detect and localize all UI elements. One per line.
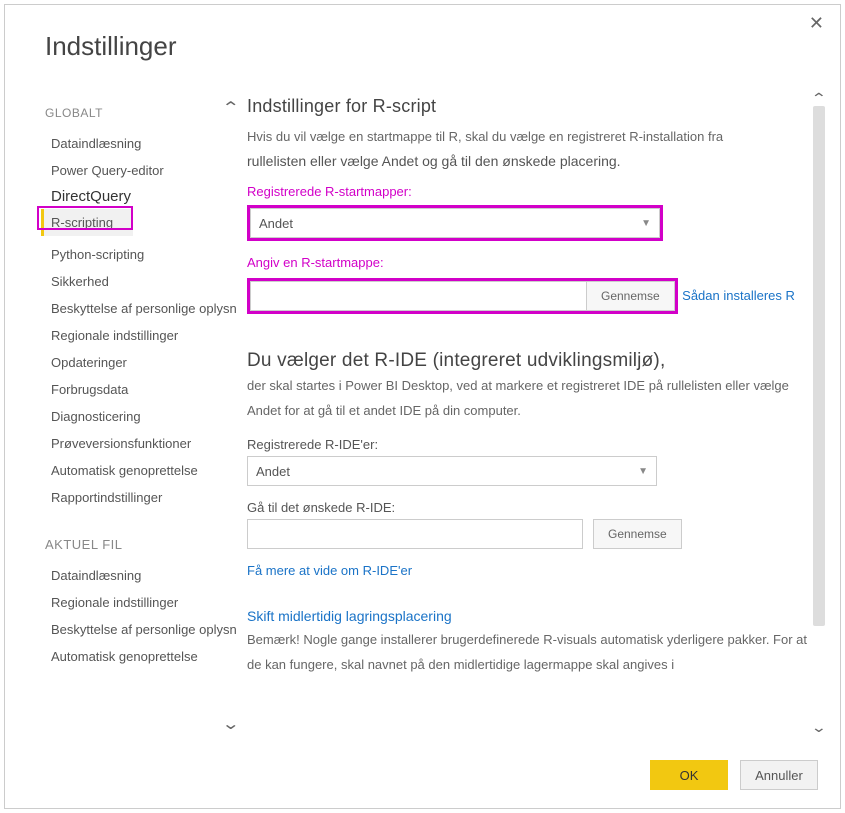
caret-down-icon: ▼: [638, 466, 648, 477]
sidebar-item-power-query[interactable]: Power Query-editor: [41, 157, 237, 184]
r-home-row: Gennemse: [250, 281, 675, 311]
label-goto-ride: Gå til det ønskede R-IDE:: [247, 500, 816, 515]
select-detected-ride[interactable]: Andet ▼: [247, 456, 657, 486]
browse-button-ride[interactable]: Gennemse: [593, 519, 682, 549]
caret-down-icon: ▼: [641, 218, 651, 229]
sidebar-item-usage[interactable]: Forbrugsdata: [41, 376, 237, 403]
chevron-down-icon[interactable]: ⌄: [811, 719, 826, 736]
dialog-title: Indstillinger: [5, 5, 840, 82]
select-detected-r-home[interactable]: Andet ▼: [250, 208, 660, 238]
sidebar-item-data-load[interactable]: Dataindlæsning: [41, 130, 237, 157]
section-heading-rscript: Indstillinger for R-script: [247, 96, 816, 117]
link-how-to-install-r[interactable]: Sådan installeres R: [682, 288, 795, 303]
settings-dialog: ✕ Indstillinger ⌃ GLOBALT Dataindlæsning…: [4, 4, 841, 809]
ride-goto-row: Gennemse: [247, 519, 816, 549]
sidebar-item-autorecovery[interactable]: Automatisk genoprettelse: [41, 457, 237, 484]
ride-goto-input[interactable]: [247, 519, 583, 549]
browse-button-r-home[interactable]: Gennemse: [586, 281, 675, 311]
sidebar-item-cf-data-load[interactable]: Dataindlæsning: [41, 562, 237, 589]
sidebar-item-privacy[interactable]: Beskyttelse af personlige oplysninger: [41, 295, 237, 322]
select-value: Andet: [256, 464, 290, 479]
section-heading-storage[interactable]: Skift midlertidig lagringsplacering: [247, 608, 816, 624]
select-value: Andet: [259, 216, 293, 231]
sidebar-item-r-scripting[interactable]: R-scripting: [41, 209, 133, 236]
sidebar-item-diagnostics[interactable]: Diagnosticering: [41, 403, 237, 430]
sidebar-item-cf-autorecovery[interactable]: Automatisk genoprettelse: [41, 643, 237, 670]
close-icon[interactable]: ✕: [809, 13, 824, 34]
sidebar-item-python-scripting[interactable]: Python-scripting: [41, 241, 237, 268]
sidebar-item-directquery[interactable]: DirectQuery: [41, 184, 237, 209]
r-home-input[interactable]: [250, 281, 586, 311]
main-panel: ⌃ ⌄ Indstillinger for R-script Hvis du v…: [237, 82, 826, 746]
section-heading-ride: Du vælger det R-IDE (integreret udviklin…: [247, 350, 816, 372]
storage-description: Bemærk! Nogle gange installerer brugerde…: [247, 628, 816, 677]
sidebar-item-regional[interactable]: Regionale indstillinger: [41, 322, 237, 349]
sidebar-item-cf-privacy[interactable]: Beskyttelse af personlige oplysninger: [41, 616, 237, 643]
highlight-annotation: Andet ▼: [247, 205, 663, 241]
sidebar-item-updates[interactable]: Opdateringer: [41, 349, 237, 376]
scrollbar-thumb[interactable]: [813, 106, 825, 626]
ok-button[interactable]: OK: [650, 760, 728, 790]
rscript-description: Hvis du vil vælge en startmappe til R, s…: [247, 125, 816, 174]
sidebar-item-cf-regional[interactable]: Regionale indstillinger: [41, 589, 237, 616]
sidebar-item-security[interactable]: Sikkerhed: [41, 268, 237, 295]
sidebar-item-report-settings[interactable]: Rapportindstillinger: [41, 484, 237, 511]
label-detected-r-home: Registrerede R-startmapper:: [247, 184, 816, 199]
chevron-up-icon[interactable]: ⌃: [811, 90, 826, 107]
sidebar-header-current-file: AKTUEL FIL: [41, 529, 237, 562]
scrollbar[interactable]: ⌃ ⌄: [812, 92, 826, 734]
dialog-body: ⌃ GLOBALT Dataindlæsning Power Query-edi…: [5, 82, 840, 746]
label-r-home: Angiv en R-startmappe:: [247, 255, 816, 270]
highlight-annotation: Gennemse: [247, 278, 678, 314]
label-detected-ride: Registrerede R-IDE'er:: [247, 437, 816, 452]
link-learn-ride[interactable]: Få mere at vide om R-IDE'er: [247, 563, 412, 578]
sidebar-item-preview[interactable]: Prøveversionsfunktioner: [41, 430, 237, 457]
cancel-button[interactable]: Annuller: [740, 760, 818, 790]
ride-description: der skal startes i Power BI Desktop, ved…: [247, 374, 816, 423]
sidebar: ⌃ GLOBALT Dataindlæsning Power Query-edi…: [41, 82, 237, 746]
dialog-footer: OK Annuller: [5, 746, 840, 808]
sidebar-header-global: GLOBALT: [41, 98, 237, 130]
